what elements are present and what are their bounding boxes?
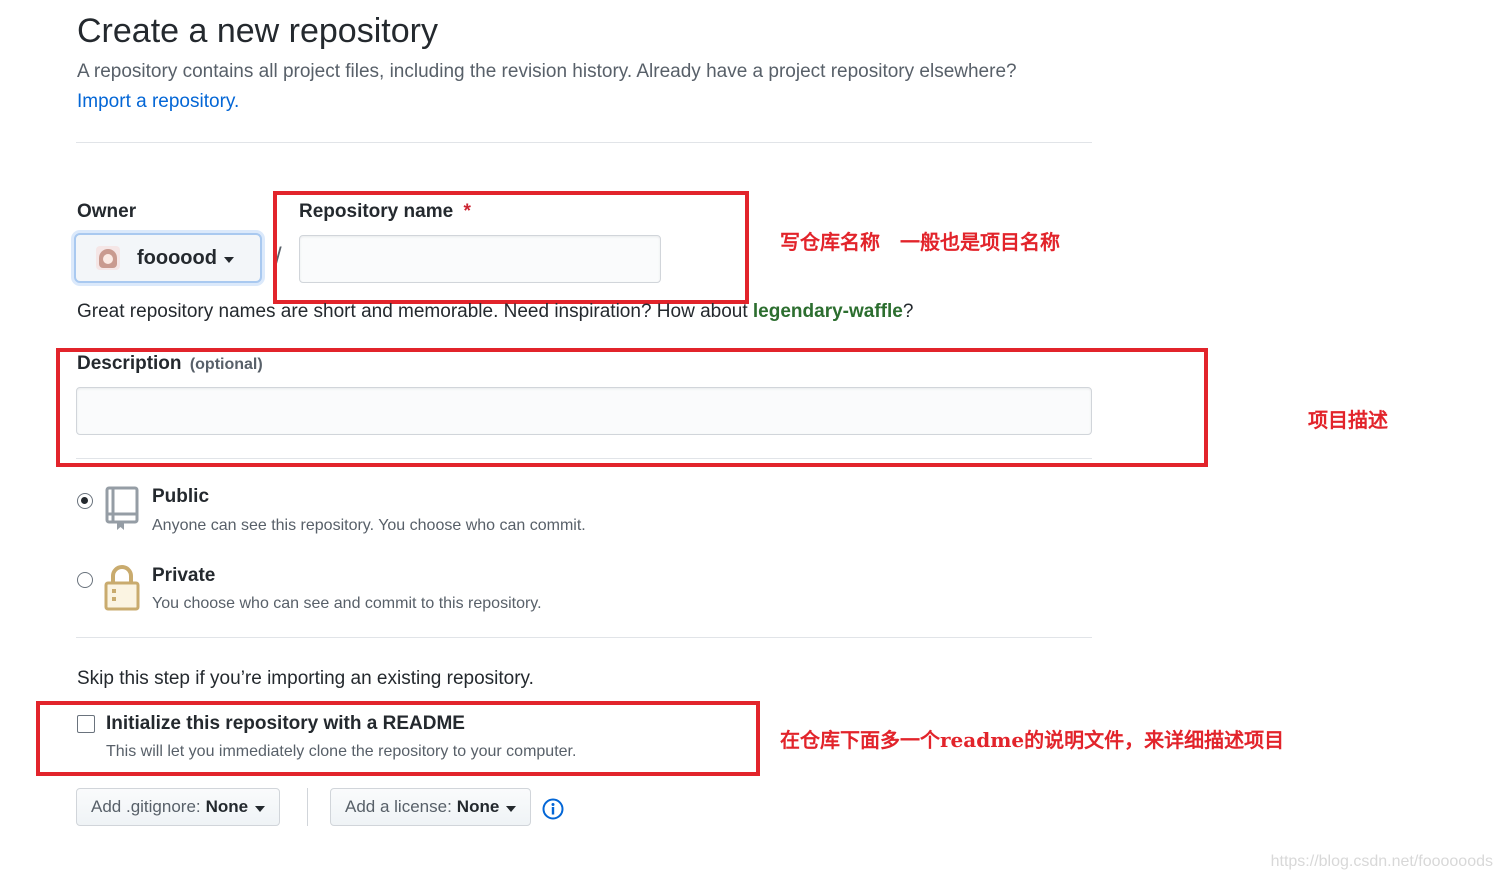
- import-repository-link[interactable]: Import a repository.: [77, 91, 239, 113]
- owner-select-button[interactable]: foooood: [74, 233, 262, 283]
- license-value: None: [456, 797, 500, 816]
- skip-step-note: Skip this step if you’re importing an ex…: [77, 668, 534, 689]
- divider: [76, 637, 1092, 638]
- repo-book-icon: [105, 486, 139, 530]
- page-title: Create a new repository: [77, 12, 438, 50]
- private-radio[interactable]: [77, 572, 93, 588]
- caret-down-icon: [223, 256, 234, 263]
- private-description: You choose who can see and commit to thi…: [152, 595, 542, 612]
- watermark: https://blog.csdn.net/foooooods: [1270, 853, 1493, 870]
- lock-icon: [104, 565, 140, 611]
- name-hint-suffix: ?: [902, 301, 914, 322]
- license-prefix: Add a license:: [345, 797, 452, 816]
- info-icon[interactable]: [542, 798, 564, 820]
- annotation-box-description: [56, 348, 1208, 467]
- caret-down-icon: [506, 805, 517, 812]
- gitignore-dropdown[interactable]: Add .gitignore: None: [76, 788, 281, 826]
- public-description: Anyone can see this repository. You choo…: [152, 517, 586, 534]
- gitignore-prefix: Add .gitignore:: [91, 797, 201, 816]
- annotation-readme-note: 在仓库下面多一个readme的说明文件，来详细描述项目: [780, 728, 1285, 752]
- avatar: [96, 246, 120, 270]
- name-suggestion-link[interactable]: legendary-waffle: [753, 301, 903, 322]
- public-radio[interactable]: [77, 493, 93, 509]
- caret-down-icon: [255, 805, 266, 812]
- name-hint-prefix: Great repository names are short and mem…: [77, 301, 753, 322]
- annotation-description-note: 项目描述: [1308, 408, 1388, 432]
- private-title: Private: [152, 565, 216, 586]
- dropdown-separator: [307, 788, 308, 826]
- name-hint: Great repository names are short and mem…: [77, 301, 913, 323]
- annotation-box-readme: [36, 701, 760, 776]
- license-dropdown[interactable]: Add a license: None: [330, 788, 532, 826]
- annotation-box-name: [273, 191, 749, 304]
- annotation-name-note: 写仓库名称 一般也是项目名称: [780, 230, 1060, 254]
- divider: [76, 142, 1092, 143]
- owner-label: Owner: [77, 201, 137, 222]
- gitignore-value: None: [205, 797, 249, 816]
- page-subtitle: A repository contains all project files,…: [77, 61, 1017, 82]
- owner-name: foooood: [137, 246, 217, 269]
- public-title: Public: [152, 486, 210, 507]
